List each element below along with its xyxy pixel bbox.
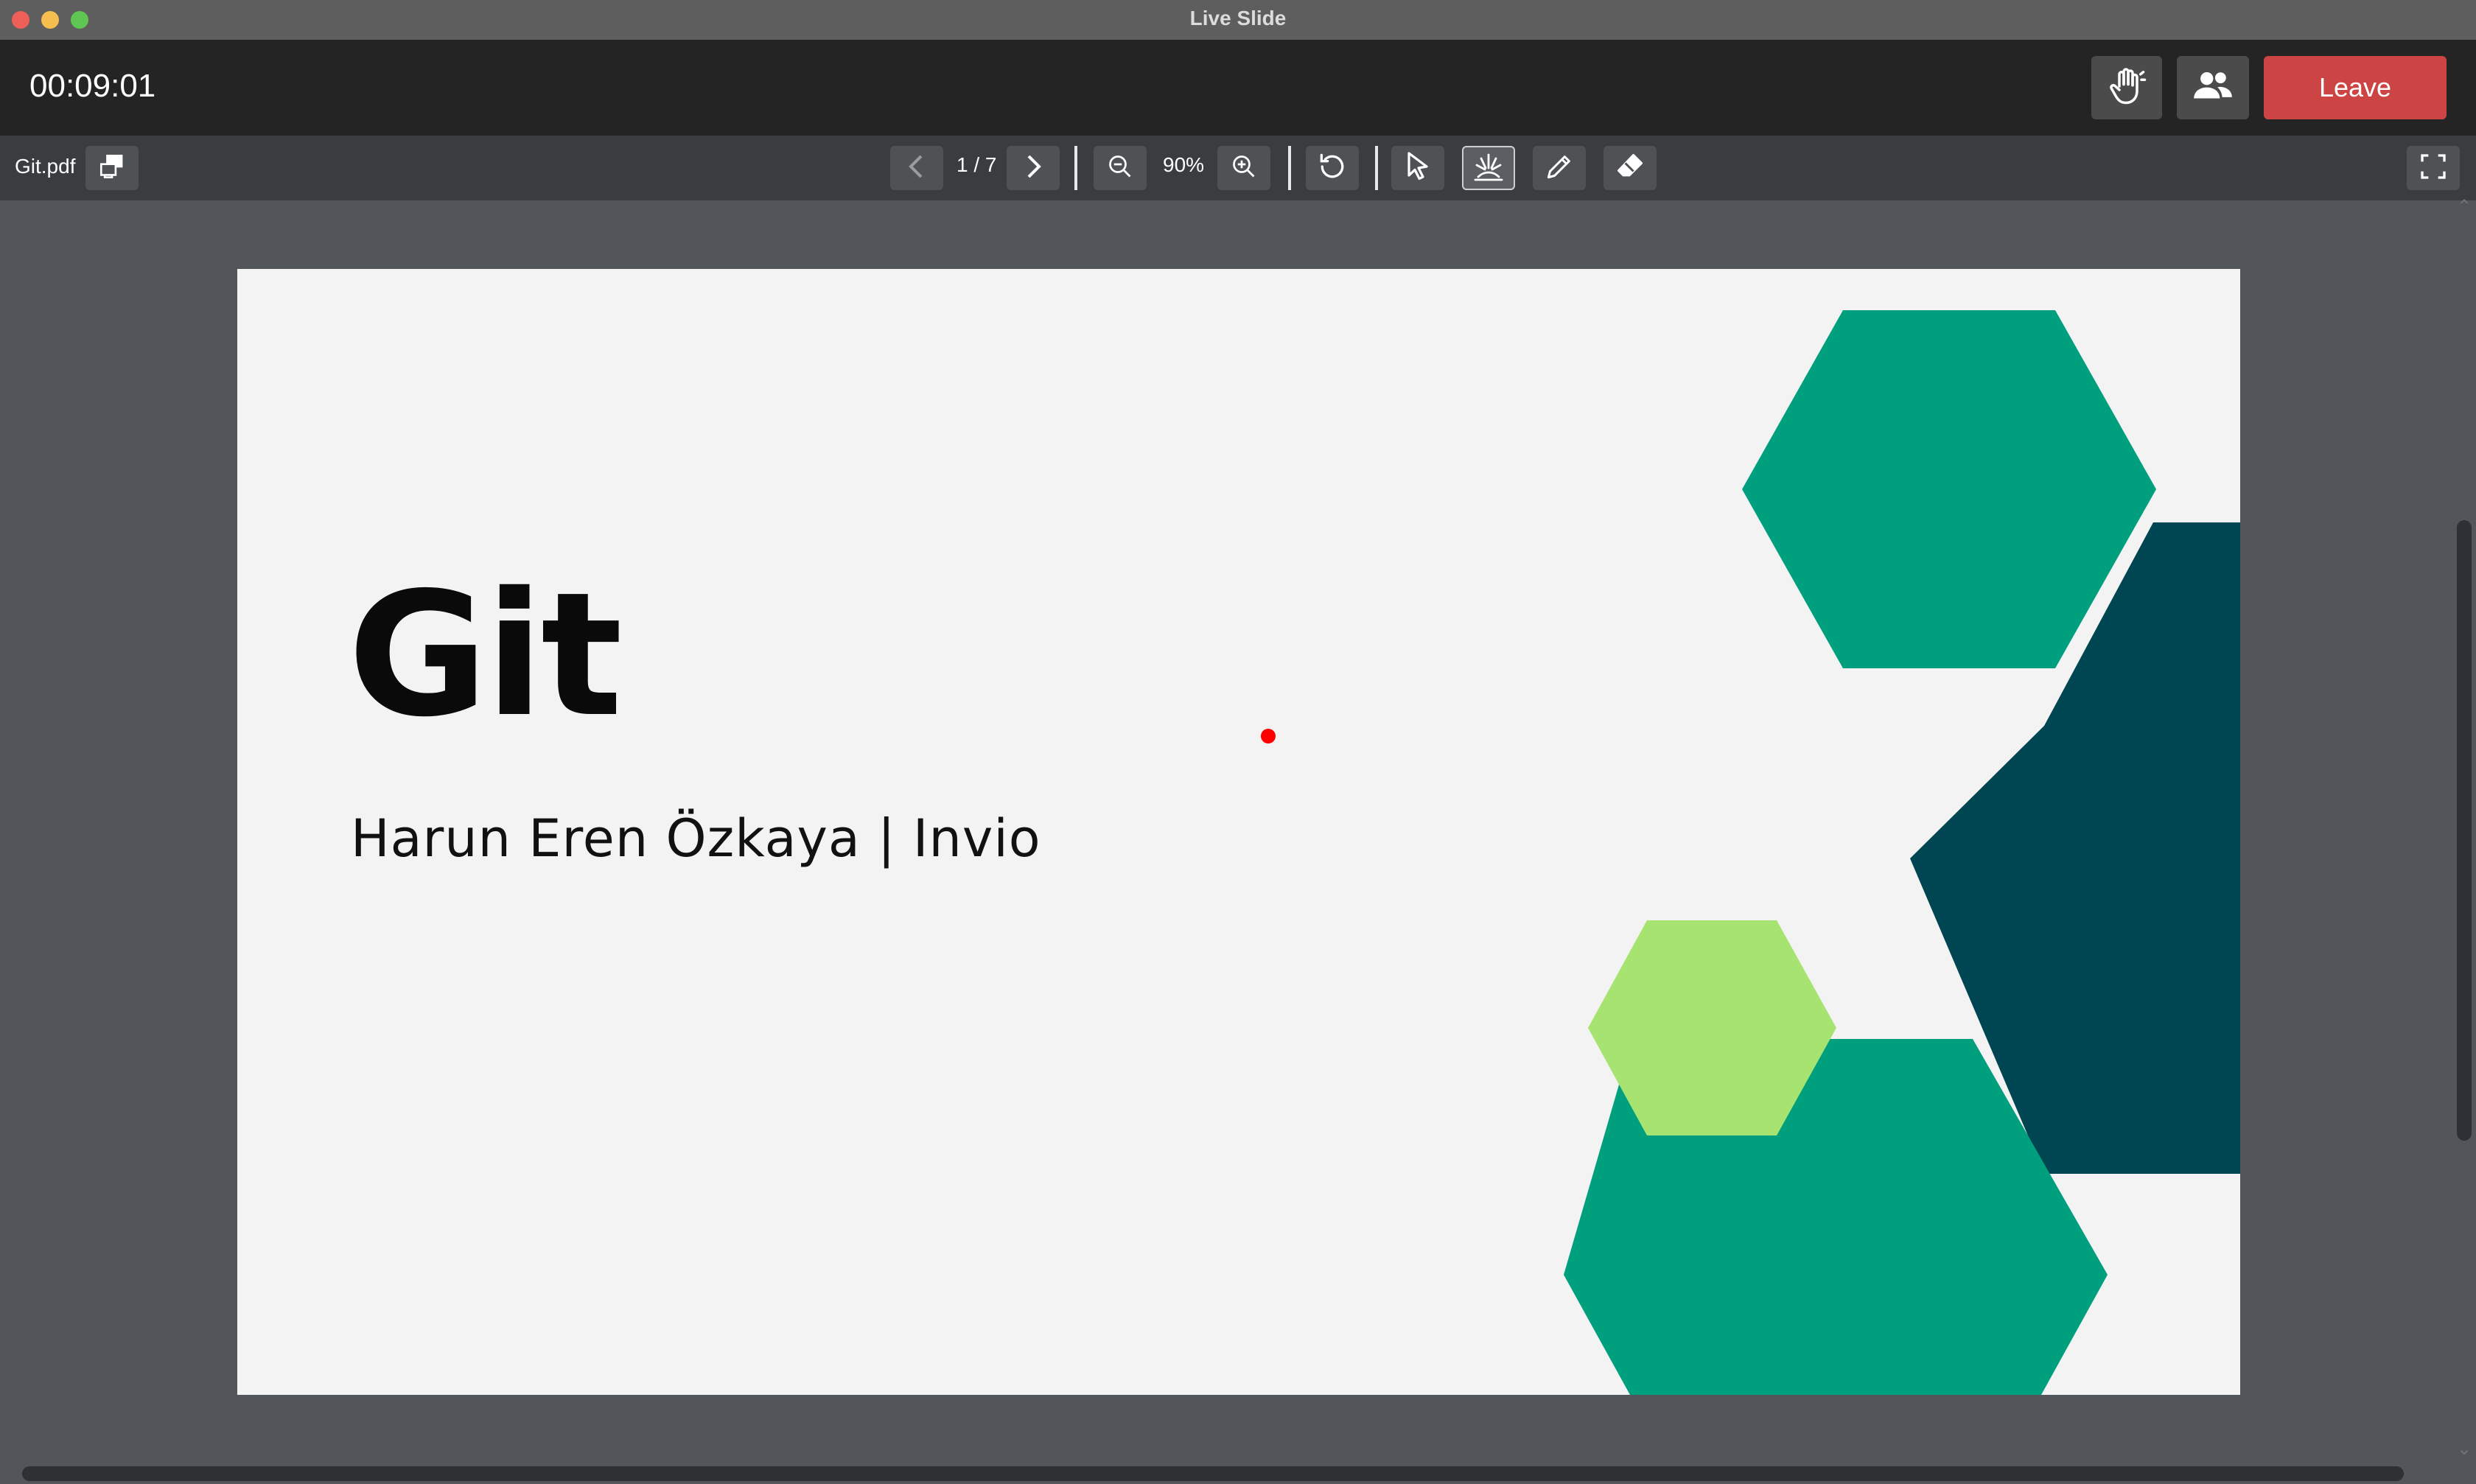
session-bar: 00:09:01 Leave <box>0 40 2476 136</box>
vertical-scrollbar[interactable]: ⌃ ⌄ <box>2451 197 2476 1460</box>
toolbar-divider <box>1375 146 1378 190</box>
participants-button[interactable] <box>2177 56 2249 119</box>
scroll-down-arrow-icon[interactable]: ⌄ <box>2457 1438 2472 1460</box>
laser-pointer-icon <box>1471 149 1506 188</box>
laser-pointer-dot <box>1261 729 1276 743</box>
eraser-tool-button[interactable] <box>1604 146 1657 190</box>
fullscreen-button[interactable] <box>2407 146 2460 190</box>
zoom-out-button[interactable] <box>1094 146 1147 190</box>
toolbar-divider <box>1288 146 1291 190</box>
vertical-scrollbar-thumb[interactable] <box>2457 520 2472 1141</box>
document-toolbar: Git.pdf 1 / 7 90% <box>0 136 2476 200</box>
horizontal-scrollbar[interactable] <box>0 1460 2451 1484</box>
people-icon <box>2190 68 2236 108</box>
reset-view-button[interactable] <box>1306 146 1359 190</box>
eraser-icon <box>1614 150 1646 186</box>
cursor-icon <box>1403 150 1433 186</box>
raise-hand-button[interactable] <box>2091 56 2162 119</box>
zoom-out-icon <box>1107 153 1133 183</box>
scroll-up-arrow-icon[interactable]: ⌃ <box>2457 196 2472 217</box>
zoom-in-icon <box>1231 153 1257 183</box>
session-timer: 00:09:01 <box>29 68 156 104</box>
select-tool-button[interactable] <box>1391 146 1444 190</box>
top-teal-hexagon <box>1742 310 2156 668</box>
zoom-in-button[interactable] <box>1217 146 1270 190</box>
fullscreen-icon <box>2419 152 2448 185</box>
slide-page: Git Harun Eren Özkaya | Invio <box>237 269 2240 1395</box>
previous-page-button[interactable] <box>890 146 943 190</box>
horizontal-scrollbar-thumb[interactable] <box>22 1466 2404 1481</box>
chevron-left-icon <box>906 153 927 183</box>
next-page-button[interactable] <box>1007 146 1060 190</box>
window-title: Live Slide <box>1189 7 1287 29</box>
page-indicator: 1 / 7 <box>957 153 997 176</box>
window-titlebar: Live Slide <box>0 0 2476 41</box>
document-filename: Git.pdf <box>15 155 76 178</box>
pencil-icon <box>1543 150 1576 186</box>
laser-pointer-tool-button[interactable] <box>1462 146 1515 190</box>
slide-subtitle: Harun Eren Özkaya | Invio <box>351 808 1041 869</box>
chevron-right-icon <box>1023 153 1043 183</box>
zoom-level: 90% <box>1163 153 1205 176</box>
share-screen-button[interactable] <box>85 146 139 190</box>
leave-button[interactable]: Leave <box>2264 56 2447 119</box>
slide-title: Git <box>348 556 623 755</box>
toolbar-divider <box>1074 146 1077 190</box>
screen-share-icon <box>97 153 127 183</box>
hand-icon <box>2105 64 2149 112</box>
rotate-icon <box>1316 150 1349 186</box>
pen-tool-button[interactable] <box>1533 146 1586 190</box>
